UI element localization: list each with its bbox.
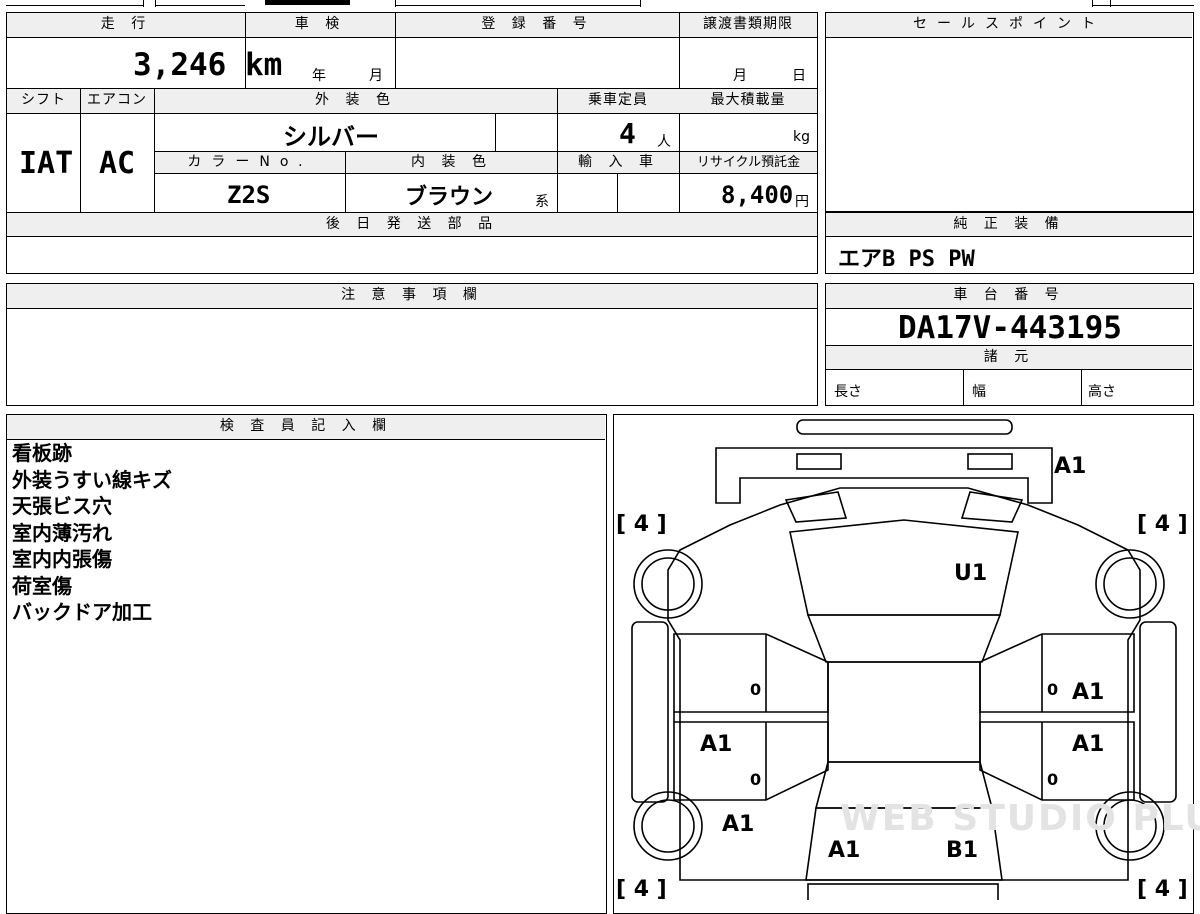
diagram-left-front-door [673,633,829,713]
door-zero-left-rear: 0 [750,770,761,789]
tire-marker-rear-right: [ 4 ] [1137,877,1188,900]
diagram-right-rocker [1139,621,1177,803]
damage-code-front-right-door: A1 [1072,732,1104,757]
damage-code-front-left-door: A1 [700,732,732,757]
damage-code-hood: U1 [954,561,987,586]
diagram-wheel-rear-left [633,791,703,861]
watermark: WEB STUDIO PLUS [840,798,1200,839]
diagram-front-bumper [715,447,1053,504]
tire-marker-front-left: [ 4 ] [616,512,667,537]
diagram-roof [827,661,981,763]
diagram-front-lamp-right [960,491,1024,523]
tire-marker-front-right: [ 4 ] [1137,512,1188,537]
diagram-right-front-door [979,633,1135,713]
damage-code-rear-left: A1 [828,838,860,863]
diagram-rear-bar [807,883,999,900]
door-zero-right-rear: 0 [1047,770,1058,789]
door-zero-left-front: 0 [750,680,761,699]
tire-marker-rear-left: [ 4 ] [616,877,667,900]
diagram-headlight-right [967,453,1013,470]
vehicle-diagram: WEB STUDIO PLUS [ 4 ] [ 4 ] [ 4 ] [ 4 ] … [616,419,1200,900]
diagram-front-lamp-left [784,491,848,523]
damage-code-rear-right: B1 [946,838,978,863]
door-zero-right-front: 0 [1047,680,1058,699]
diagram-windshield [806,614,1002,663]
diagram-wheel-front-right [1095,549,1165,619]
diagram-headlight-left [796,453,842,470]
diagram-wheel-rear-left-inner [641,799,695,853]
diagram-front-bar [796,419,1013,435]
damage-code-rear-right-door: A1 [1072,680,1104,705]
diagram-wheel-front-right-inner [1103,557,1157,611]
damage-code-front-bumper: A1 [1054,454,1086,479]
damage-code-left-rear-quarter: A1 [722,812,754,837]
diagram-left-rocker [631,621,669,803]
